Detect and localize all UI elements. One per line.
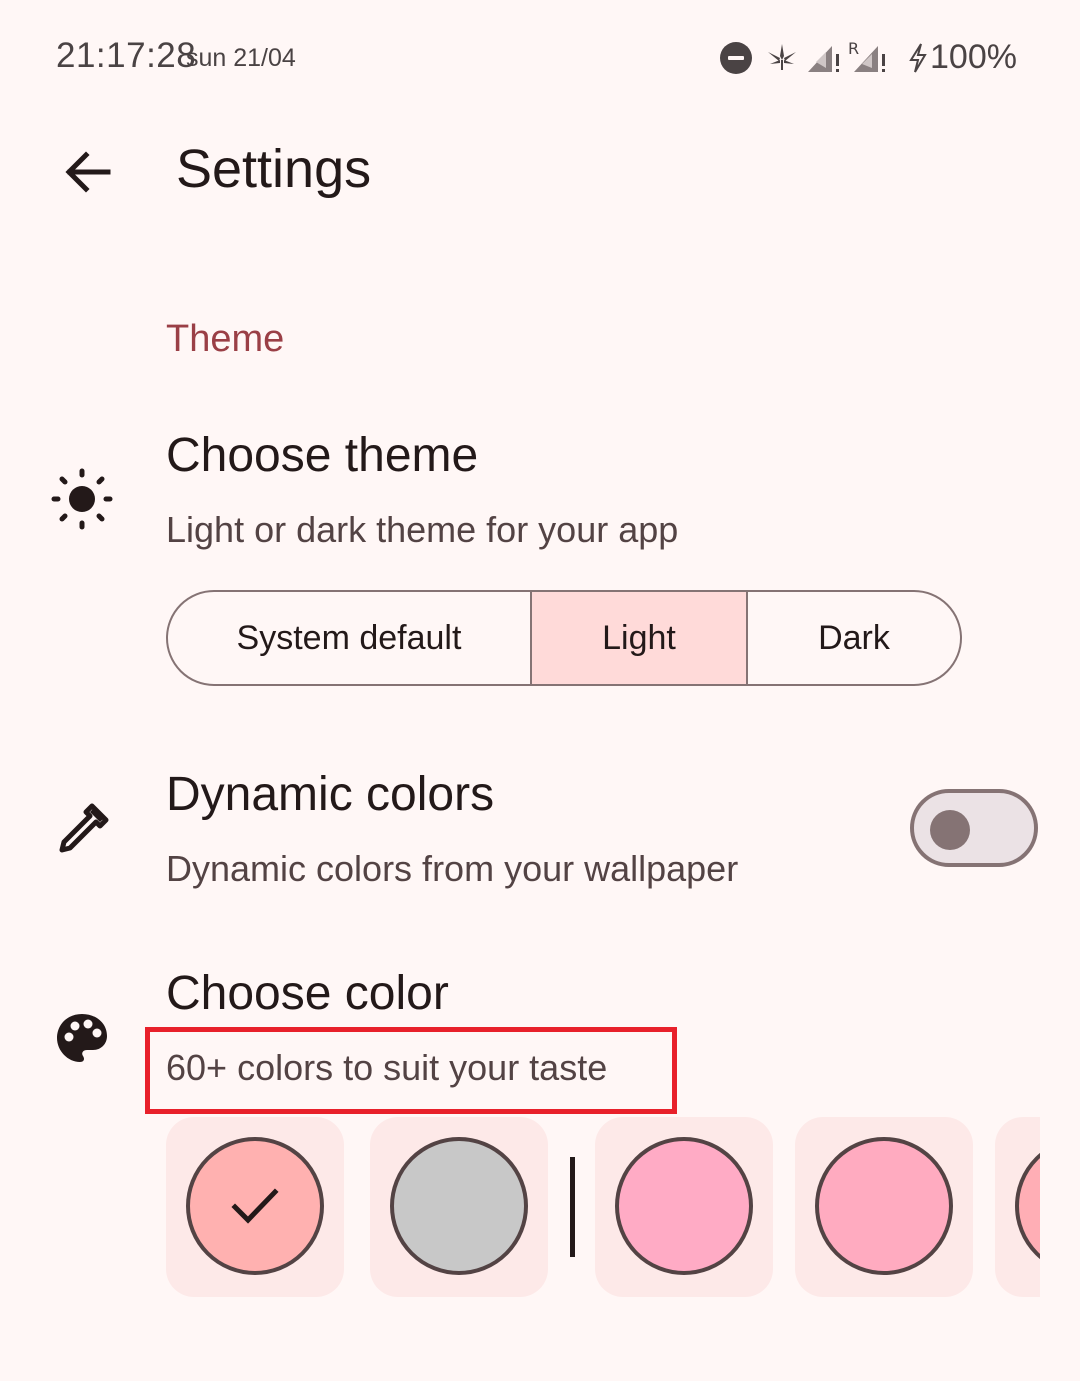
- color-swatch-5[interactable]: [995, 1117, 1040, 1297]
- page-title: Settings: [176, 139, 372, 199]
- swatch-circle: [615, 1137, 753, 1275]
- dnd-icon: [720, 42, 752, 74]
- settings-screen: 21:17:28 sun 21/04 R 100% Settings Theme…: [0, 0, 1080, 1381]
- svg-text:R: R: [848, 39, 859, 58]
- section-header-theme: Theme: [166, 318, 285, 360]
- top-app-bar: Settings: [0, 110, 1080, 230]
- eyedropper-icon: [50, 798, 114, 862]
- status-bar: 21:17:28 sun 21/04 R 100%: [0, 0, 1080, 110]
- color-swatch-4[interactable]: [795, 1117, 973, 1297]
- status-time: 21:17:28: [56, 36, 197, 75]
- theme-option-dark[interactable]: Dark: [748, 592, 960, 684]
- choose-theme-title: Choose theme: [166, 429, 479, 482]
- theme-segmented-button: System default Light Dark: [166, 590, 962, 686]
- choose-theme-description: Light or dark theme for your app: [166, 509, 679, 550]
- arrow-back-icon: [65, 151, 111, 193]
- highlight-box: [145, 1027, 677, 1114]
- check-icon: [231, 1188, 279, 1224]
- dynamic-colors-title: Dynamic colors: [166, 768, 495, 821]
- swatch-circle: [390, 1137, 528, 1275]
- status-icons: R: [718, 34, 930, 82]
- palette-icon: [50, 1006, 114, 1070]
- theme-option-system-default[interactable]: System default: [168, 592, 532, 684]
- charging-icon: [909, 43, 927, 73]
- dynamic-colors-description: Dynamic colors from your wallpaper: [166, 848, 739, 889]
- signal-1-icon: [808, 46, 839, 72]
- swatch-circle: [1015, 1137, 1040, 1275]
- switch-thumb: [930, 810, 970, 850]
- color-swatch-3[interactable]: [595, 1117, 773, 1297]
- status-date: sun 21/04: [186, 44, 296, 72]
- color-swatch-1[interactable]: [166, 1117, 344, 1297]
- color-swatch-row: [166, 1117, 1040, 1297]
- choose-color-title: Choose color: [166, 967, 449, 1020]
- swatch-divider: [570, 1157, 575, 1257]
- back-button[interactable]: [48, 132, 128, 212]
- color-swatch-2[interactable]: [370, 1117, 548, 1297]
- swatch-circle: [815, 1137, 953, 1275]
- sun-icon: [50, 467, 114, 531]
- swatch-circle: [186, 1137, 324, 1275]
- dynamic-colors-switch[interactable]: [910, 789, 1038, 867]
- signal-2-roaming-icon: R: [848, 39, 885, 72]
- theme-option-light[interactable]: Light: [532, 592, 748, 684]
- battery-percent: 100%: [930, 38, 1017, 76]
- cannabis-icon: [768, 44, 796, 70]
